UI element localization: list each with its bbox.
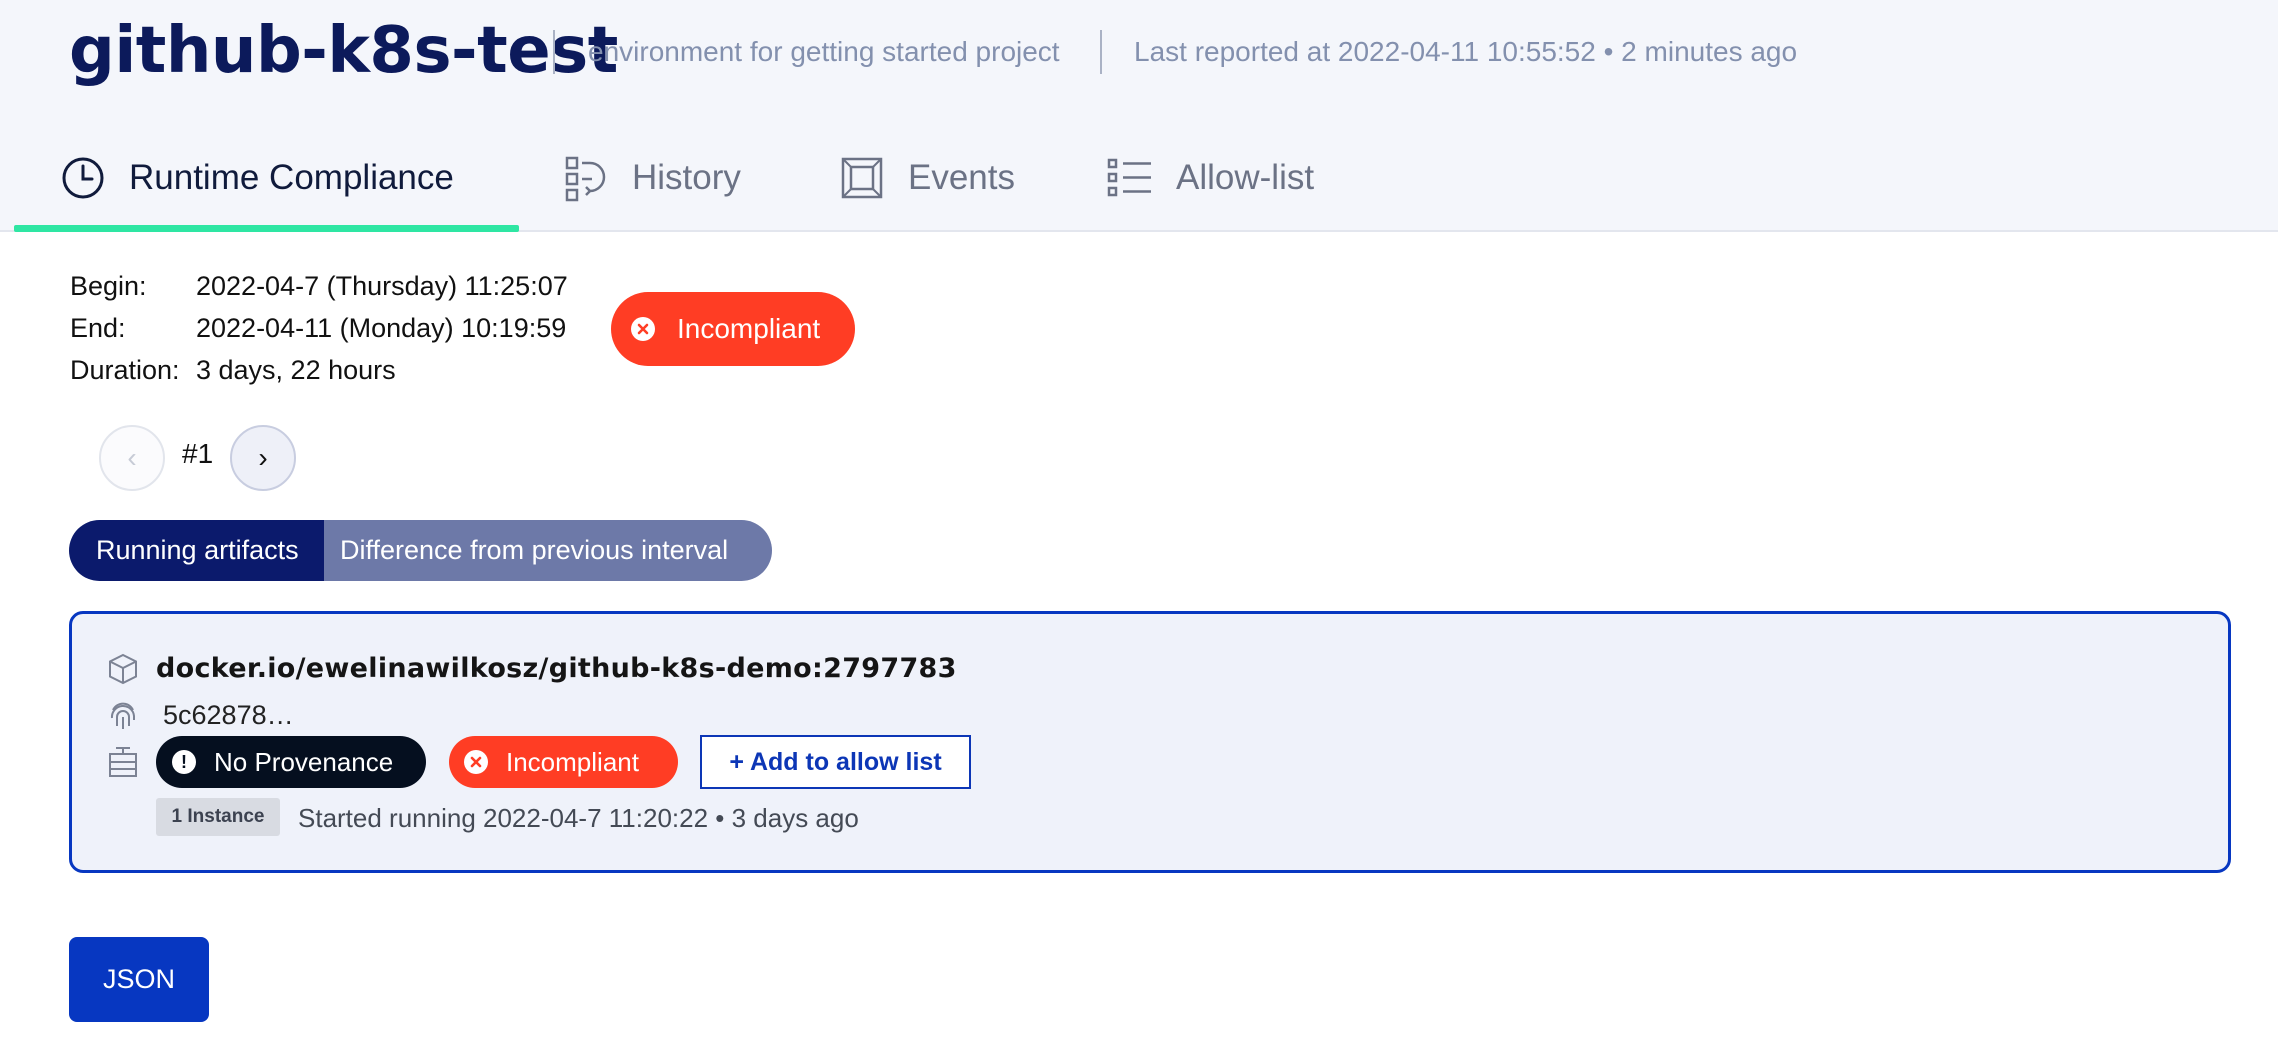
header-divider	[1100, 30, 1102, 74]
environment-title: github-k8s-test	[69, 14, 618, 88]
fingerprint-icon	[110, 702, 135, 729]
package-icon	[109, 653, 137, 685]
json-button[interactable]: JSON	[69, 937, 209, 1022]
chevron-right-icon: ›	[258, 442, 268, 473]
artifact-name: docker.io/ewelinawilkosz/github-k8s-demo…	[156, 653, 957, 684]
tab-allow-list[interactable]: Allow-list	[1106, 148, 1314, 208]
environment-description: environment for getting started project	[588, 36, 1060, 67]
previous-interval-button[interactable]: ‹	[99, 425, 165, 491]
list-icon	[1107, 158, 1151, 197]
last-reported-text: Last reported at 2022-04-11 10:55:52 • 2…	[1134, 36, 1798, 67]
chevron-left-icon: ‹	[127, 442, 137, 473]
tab-label: Allow-list	[1176, 158, 1315, 197]
tab-events[interactable]: Events	[838, 148, 1015, 208]
next-interval-button[interactable]: ›	[230, 425, 296, 491]
begin-label: Begin:	[70, 271, 147, 301]
active-tab-indicator	[14, 225, 519, 232]
started-running-text: Started running 2022-04-7 11:20:22 • 3 d…	[298, 803, 859, 833]
provenance-text: No Provenance	[214, 746, 394, 777]
tab-label: Runtime Compliance	[129, 158, 454, 197]
events-icon	[841, 157, 883, 199]
interval-status-badge: Incompliant	[611, 292, 855, 366]
error-icon	[631, 317, 655, 341]
deployment-icon	[109, 747, 137, 777]
interval-number: #1	[182, 438, 214, 469]
error-icon	[464, 750, 488, 774]
page-header: github-k8s-test environment for getting …	[0, 0, 2278, 232]
tab-label: Events	[908, 158, 1015, 197]
artifact-digest: 5c62878…	[163, 700, 294, 730]
clock-icon	[62, 157, 104, 199]
tab-label: History	[632, 158, 741, 197]
artifact-card: docker.io/ewelinawilkosz/github-k8s-demo…	[69, 611, 2231, 873]
instance-count-badge: 1 Instance	[156, 798, 280, 836]
end-label: End:	[70, 313, 126, 343]
duration-value: 3 days, 22 hours	[196, 355, 396, 385]
tab-runtime-compliance[interactable]: Runtime Compliance	[59, 148, 454, 208]
provenance-badge: ! No Provenance	[156, 736, 426, 788]
header-divider	[553, 30, 555, 74]
tab-history[interactable]: History	[562, 148, 741, 208]
begin-value: 2022-04-7 (Thursday) 11:25:07	[196, 271, 568, 301]
artifact-status-badge: Incompliant	[449, 736, 678, 788]
add-to-allow-list-button[interactable]: + Add to allow list	[700, 735, 971, 789]
end-value: 2022-04-11 (Monday) 10:19:59	[196, 313, 567, 343]
history-icon	[565, 156, 606, 202]
status-text: Incompliant	[506, 746, 639, 777]
duration-label: Duration:	[70, 355, 180, 385]
difference-toggle[interactable]: Difference from previous interval	[324, 520, 772, 581]
view-toggle: Running artifacts Difference from previo…	[69, 520, 772, 581]
status-text: Incompliant	[677, 313, 821, 344]
running-artifacts-toggle[interactable]: Running artifacts	[69, 520, 324, 581]
warning-icon: !	[172, 750, 196, 774]
